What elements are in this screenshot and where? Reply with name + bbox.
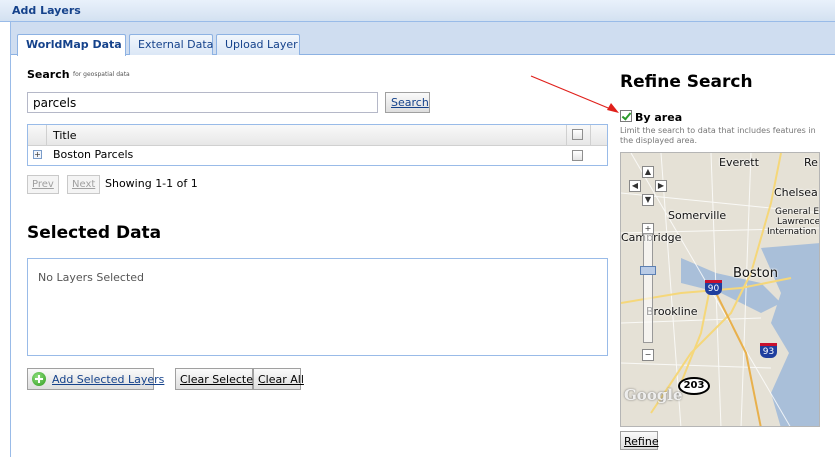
interstate-90-shield: 90 xyxy=(705,280,722,295)
clear-selected-button[interactable]: Clear Selected xyxy=(175,368,260,390)
refine-search-heading: Refine Search xyxy=(620,72,753,92)
selected-data-heading: Selected Data xyxy=(27,223,162,243)
clear-all-button[interactable]: Clear All xyxy=(253,368,304,390)
map-label-revere: Re xyxy=(804,156,818,169)
map-label-everett: Everett xyxy=(719,156,759,169)
column-header-title[interactable]: Title xyxy=(53,129,77,142)
window-titlebar: Add Layers xyxy=(0,0,835,22)
interstate-93-shield: 93 xyxy=(760,343,777,358)
pan-down-icon[interactable]: ▼ xyxy=(642,194,654,206)
search-hint: for geospatial data xyxy=(73,71,130,78)
map-attribution-logo: Google xyxy=(624,386,683,404)
next-page-button[interactable]: Next xyxy=(67,175,101,194)
map-label-lawrence: Lawrence xyxy=(777,217,820,227)
zoom-out-icon[interactable]: − xyxy=(642,349,654,361)
annotation-arrow xyxy=(530,75,619,113)
add-selected-layers-label: Add Selected Layers xyxy=(52,373,165,386)
results-grid-header: Title xyxy=(28,125,607,146)
map-label-somerville: Somerville xyxy=(668,209,727,222)
add-selected-layers-button[interactable]: Add Selected Layers xyxy=(27,368,164,390)
selected-layers-list: No Layers Selected xyxy=(27,258,608,356)
pan-left-icon[interactable]: ◀ xyxy=(629,180,641,192)
select-all-checkbox[interactable] xyxy=(572,129,583,140)
results-grid: Title + Boston Parcels xyxy=(27,124,608,166)
pan-right-icon[interactable]: ▶ xyxy=(655,180,667,192)
row-title: Boston Parcels xyxy=(53,148,134,161)
by-area-label: By area xyxy=(635,111,683,124)
area-map[interactable]: Everett Re Chelsea General E Lawrence In… xyxy=(620,152,820,427)
search-label: Search xyxy=(27,68,70,81)
paging-status: Showing 1-1 of 1 xyxy=(105,177,198,190)
column-separator xyxy=(590,125,591,145)
expand-row-icon[interactable]: + xyxy=(33,150,42,159)
panel-border xyxy=(10,22,11,457)
empty-selection-text: No Layers Selected xyxy=(38,271,145,284)
column-separator xyxy=(46,125,47,145)
search-input[interactable] xyxy=(27,92,378,113)
map-label-chelsea: Chelsea xyxy=(774,186,818,199)
zoom-slider-handle[interactable] xyxy=(640,266,656,275)
map-label-general: General E xyxy=(775,207,820,217)
add-icon xyxy=(32,372,46,386)
zoom-slider-track[interactable] xyxy=(643,233,653,343)
by-area-checkbox[interactable] xyxy=(620,110,632,122)
map-label-boston: Boston xyxy=(733,266,778,281)
row-checkbox[interactable] xyxy=(572,150,583,161)
tab-strip: WorldMap Data External Data Upload Layer xyxy=(11,22,835,56)
refine-button[interactable]: Refine xyxy=(620,431,659,450)
map-label-international: Internation xyxy=(767,227,817,237)
pan-up-icon[interactable]: ▲ xyxy=(642,166,654,178)
tab-worldmap-data[interactable]: WorldMap Data xyxy=(17,34,126,56)
prev-page-button[interactable]: Prev xyxy=(27,175,59,194)
by-area-hint: Limit the search to data that includes f… xyxy=(620,126,816,145)
table-row[interactable]: + Boston Parcels xyxy=(28,146,607,165)
tab-external-data[interactable]: External Data xyxy=(129,34,213,55)
map-label-brookline: Brookline xyxy=(646,305,698,318)
column-separator xyxy=(566,125,567,145)
window-title: Add Layers xyxy=(12,4,81,17)
search-button[interactable]: Search xyxy=(385,92,430,113)
tab-upload-layer[interactable]: Upload Layer xyxy=(216,34,300,55)
